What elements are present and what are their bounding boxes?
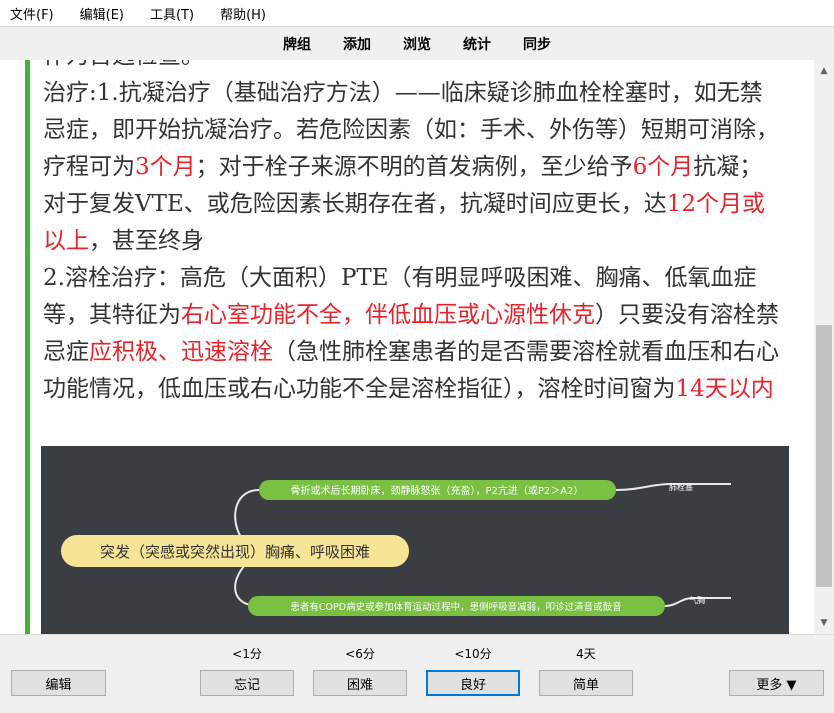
treatment-paragraph-1: 治疗:1.抗凝治疗（基础治疗方法）——临床疑诊肺血栓栓塞时，如无禁忌症，即开始抗… (43, 75, 783, 260)
vertical-scrollbar[interactable]: ▲ ▼ (814, 60, 834, 634)
p1-text-b: ；对于栓子来源不明的首发病例，至少给予 (195, 154, 633, 180)
scrollbar-thumb[interactable] (816, 325, 832, 587)
card-answer-text: 作为首选检查。 治疗:1.抗凝治疗（基础治疗方法）——临床疑诊肺血栓栓塞时，如无… (43, 60, 783, 408)
mindmap-central-text: 突发（突感或突然出现）胸痛、呼吸困难 (100, 543, 370, 561)
p2-highlight-1: 右心室功能不全，伴低血压或心源性休克 (181, 302, 595, 328)
scroll-down-arrow-icon[interactable]: ▼ (814, 614, 834, 632)
interval-again: <1分 (232, 647, 262, 661)
menu-edit[interactable]: 编辑(E) (76, 4, 128, 23)
answer-easy-button[interactable]: 简单 (539, 670, 633, 696)
answer-good-button[interactable]: 良好 (426, 670, 520, 696)
mindmap-branch-bottom-text: 患者有COPD病史或参加体育运动过程中，患侧呼吸音减弱，叩诊过清音或鼓音 (290, 601, 621, 613)
mindmap-branch-top-text: 骨折或术后长期卧床，颈静脉怒张（充盈），P2亢进（或P2＞A2） (291, 484, 584, 497)
mindmap-leaf-bottom-text: 气胸 (689, 595, 705, 605)
p2-highlight-3: 14天以内 (675, 376, 774, 402)
p1-highlight-1: 3个月 (135, 154, 196, 180)
interval-hard: <6分 (345, 647, 375, 661)
main-toolbar: 牌组 添加 浏览 统计 同步 (0, 28, 834, 60)
toolbar-stats[interactable]: 统计 (463, 34, 491, 54)
interval-easy: 4天 (576, 647, 596, 661)
toolbar-sync[interactable]: 同步 (523, 34, 551, 54)
card-content: 作为首选检查。 治疗:1.抗凝治疗（基础治疗方法）——临床疑诊肺血栓栓塞时，如无… (0, 60, 814, 634)
p1-text-d: ，甚至终身 (89, 228, 204, 254)
mindmap-svg: 突发（突感或突然出现）胸痛、呼吸困难 骨折或术后长期卧床，颈静脉怒张（充盈），P… (61, 480, 731, 616)
interval-good: <10分 (454, 647, 492, 661)
menu-help[interactable]: 帮助(H) (216, 4, 270, 23)
p1-highlight-2: 6个月 (632, 154, 694, 180)
answer-again-button[interactable]: 忘记 (200, 670, 294, 696)
toolbar-add[interactable]: 添加 (343, 34, 371, 54)
answer-hard-button[interactable]: 困难 (313, 670, 407, 696)
scroll-up-arrow-icon[interactable]: ▲ (814, 62, 834, 80)
menu-tools[interactable]: 工具(T) (146, 4, 198, 23)
edit-button[interactable]: 编辑 (11, 670, 106, 696)
mindmap-leaf-top-text: 肺栓塞 (669, 482, 693, 492)
mindmap-image: 突发（突感或突然出现）胸痛、呼吸困难 骨折或术后长期卧床，颈静脉怒张（充盈），P… (41, 446, 789, 634)
more-button[interactable]: 更多 ▼ (729, 670, 824, 696)
menu-file[interactable]: 文件(F) (6, 4, 58, 23)
card-line-cutoff: 作为首选检查。 (43, 60, 783, 75)
toolbar-decks[interactable]: 牌组 (283, 34, 311, 54)
treatment-paragraph-2: 2.溶栓治疗：高危（大面积）PTE（有明显呼吸困难、胸痛、低氧血症等，其特征为右… (43, 260, 783, 408)
menu-bar: 文件(F) 编辑(E) 工具(T) 帮助(H) (0, 0, 834, 27)
review-bar: <1分 <6分 <10分 4天 编辑 忘记 困难 良好 简单 更多 ▼ (0, 634, 834, 713)
toolbar-browse[interactable]: 浏览 (403, 34, 431, 54)
card-accent-bar (25, 60, 30, 634)
card-view: 作为首选检查。 治疗:1.抗凝治疗（基础治疗方法）——临床疑诊肺血栓栓塞时，如无… (0, 60, 834, 634)
p2-highlight-2: 应积极、迅速溶栓 (89, 339, 273, 365)
